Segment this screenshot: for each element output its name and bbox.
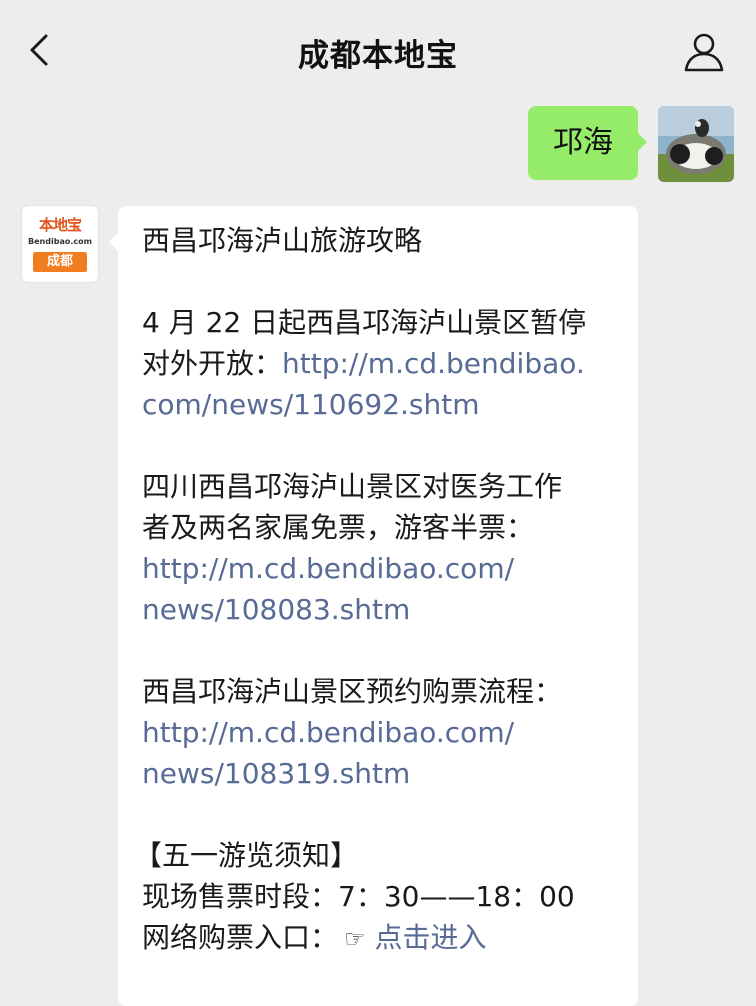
profile-button[interactable] <box>682 30 726 74</box>
notice-hours: 现场售票时段：7：30——18：00 <box>142 880 575 913</box>
message-body: 西昌邛海泸山旅游攻略 4 月 22 日起西昌邛海泸山景区暂停 对外开放：http… <box>134 220 622 960</box>
p3-link-part-2[interactable]: news/108319.shtm <box>142 753 622 794</box>
p3-line-1: 西昌邛海泸山景区预约购票流程： <box>142 675 563 708</box>
notice-online-row: 网络购票入口： ☞ 点击进入 <box>142 917 622 960</box>
p1-line-1: 4 月 22 日起西昌邛海泸山景区暂停 <box>142 306 587 339</box>
notice-online-link[interactable]: 点击进入 <box>374 921 486 954</box>
panda-sculpture-image <box>658 106 734 182</box>
outgoing-message-text: 邛海 <box>553 125 613 160</box>
p1-link-part-2[interactable]: com/news/110692.shtm <box>142 384 622 425</box>
message-paragraph-3: 西昌邛海泸山景区预约购票流程： http://m.cd.bendibao.com… <box>142 671 622 794</box>
avatar-brand-url: Bendibao.com <box>28 237 92 246</box>
p2-line-2: 者及两名家属免票，游客半票： <box>142 511 535 544</box>
chat-title: 成都本地宝 <box>298 38 458 74</box>
p3-link-part-1[interactable]: http://m.cd.bendibao.com/ <box>142 712 622 753</box>
incoming-message-bubble: 西昌邛海泸山旅游攻略 4 月 22 日起西昌邛海泸山景区暂停 对外开放：http… <box>109 206 638 1006</box>
person-icon <box>684 33 724 72</box>
notice-online-label: 网络购票入口： <box>142 921 339 954</box>
pointing-hand-icon: ☞ <box>344 925 366 953</box>
top-bar: 成都本地宝 <box>0 0 756 100</box>
message-paragraph-1: 4 月 22 日起西昌邛海泸山景区暂停 对外开放：http://m.cd.ben… <box>142 302 622 425</box>
p2-link-part-1[interactable]: http://m.cd.bendibao.com/ <box>142 548 622 589</box>
user-avatar[interactable] <box>658 106 734 182</box>
outgoing-message-bubble[interactable]: 邛海 <box>528 106 647 180</box>
p1-link-part-1[interactable]: http://m.cd.bendibao. <box>282 347 585 380</box>
notice-section: 【五一游览须知】 现场售票时段：7：30——18：00 网络购票入口： ☞ 点击进… <box>134 835 622 960</box>
p2-line-1: 四川西昌邛海泸山景区对医务工作 <box>142 470 563 503</box>
p1-line-2: 对外开放： <box>142 347 283 380</box>
notice-title: 【五一游览须知】 <box>134 839 359 872</box>
avatar-brand-name: 本地宝 <box>38 216 82 234</box>
avatar-brand-city: 成都 <box>33 252 87 272</box>
p2-link-part-2[interactable]: news/108083.shtm <box>142 589 622 630</box>
message-paragraph-2: 四川西昌邛海泸山景区对医务工作 者及两名家属免票，游客半票： http://m.… <box>142 466 622 630</box>
message-title: 西昌邛海泸山旅游攻略 <box>142 224 423 257</box>
bendibao-avatar[interactable]: 本地宝 Bendibao.com 成都 <box>22 206 98 282</box>
